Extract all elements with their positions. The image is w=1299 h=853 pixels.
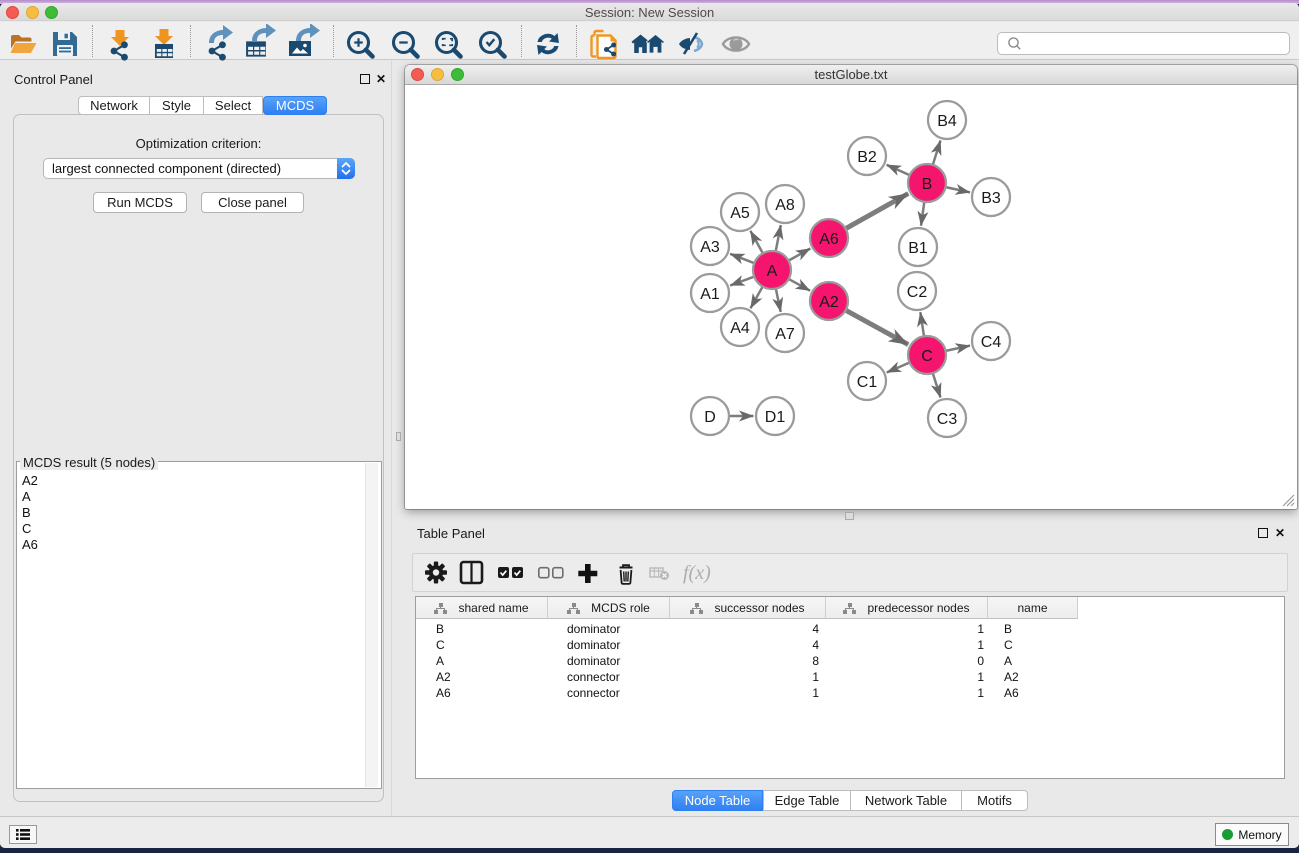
svg-text:C: C xyxy=(921,348,933,365)
svg-text:C4: C4 xyxy=(981,334,1002,351)
svg-text:B3: B3 xyxy=(981,190,1001,207)
svg-text:A5: A5 xyxy=(730,205,750,222)
svg-text:C1: C1 xyxy=(857,374,878,391)
svg-text:A7: A7 xyxy=(775,326,795,343)
svg-text:C2: C2 xyxy=(907,284,928,301)
svg-text:A1: A1 xyxy=(700,286,720,303)
svg-text:C3: C3 xyxy=(937,411,958,428)
svg-text:B4: B4 xyxy=(937,113,957,130)
svg-text:A: A xyxy=(767,263,778,280)
svg-text:A4: A4 xyxy=(730,320,750,337)
svg-text:A2: A2 xyxy=(819,294,839,311)
svg-text:B1: B1 xyxy=(908,240,928,257)
svg-text:A8: A8 xyxy=(775,197,795,214)
svg-text:D1: D1 xyxy=(765,409,786,426)
svg-text:A6: A6 xyxy=(819,231,839,248)
svg-text:D: D xyxy=(704,409,716,426)
svg-text:B: B xyxy=(922,176,933,193)
svg-text:f(x): f(x) xyxy=(683,562,711,584)
svg-text:B2: B2 xyxy=(857,149,877,166)
svg-text:A3: A3 xyxy=(700,239,720,256)
